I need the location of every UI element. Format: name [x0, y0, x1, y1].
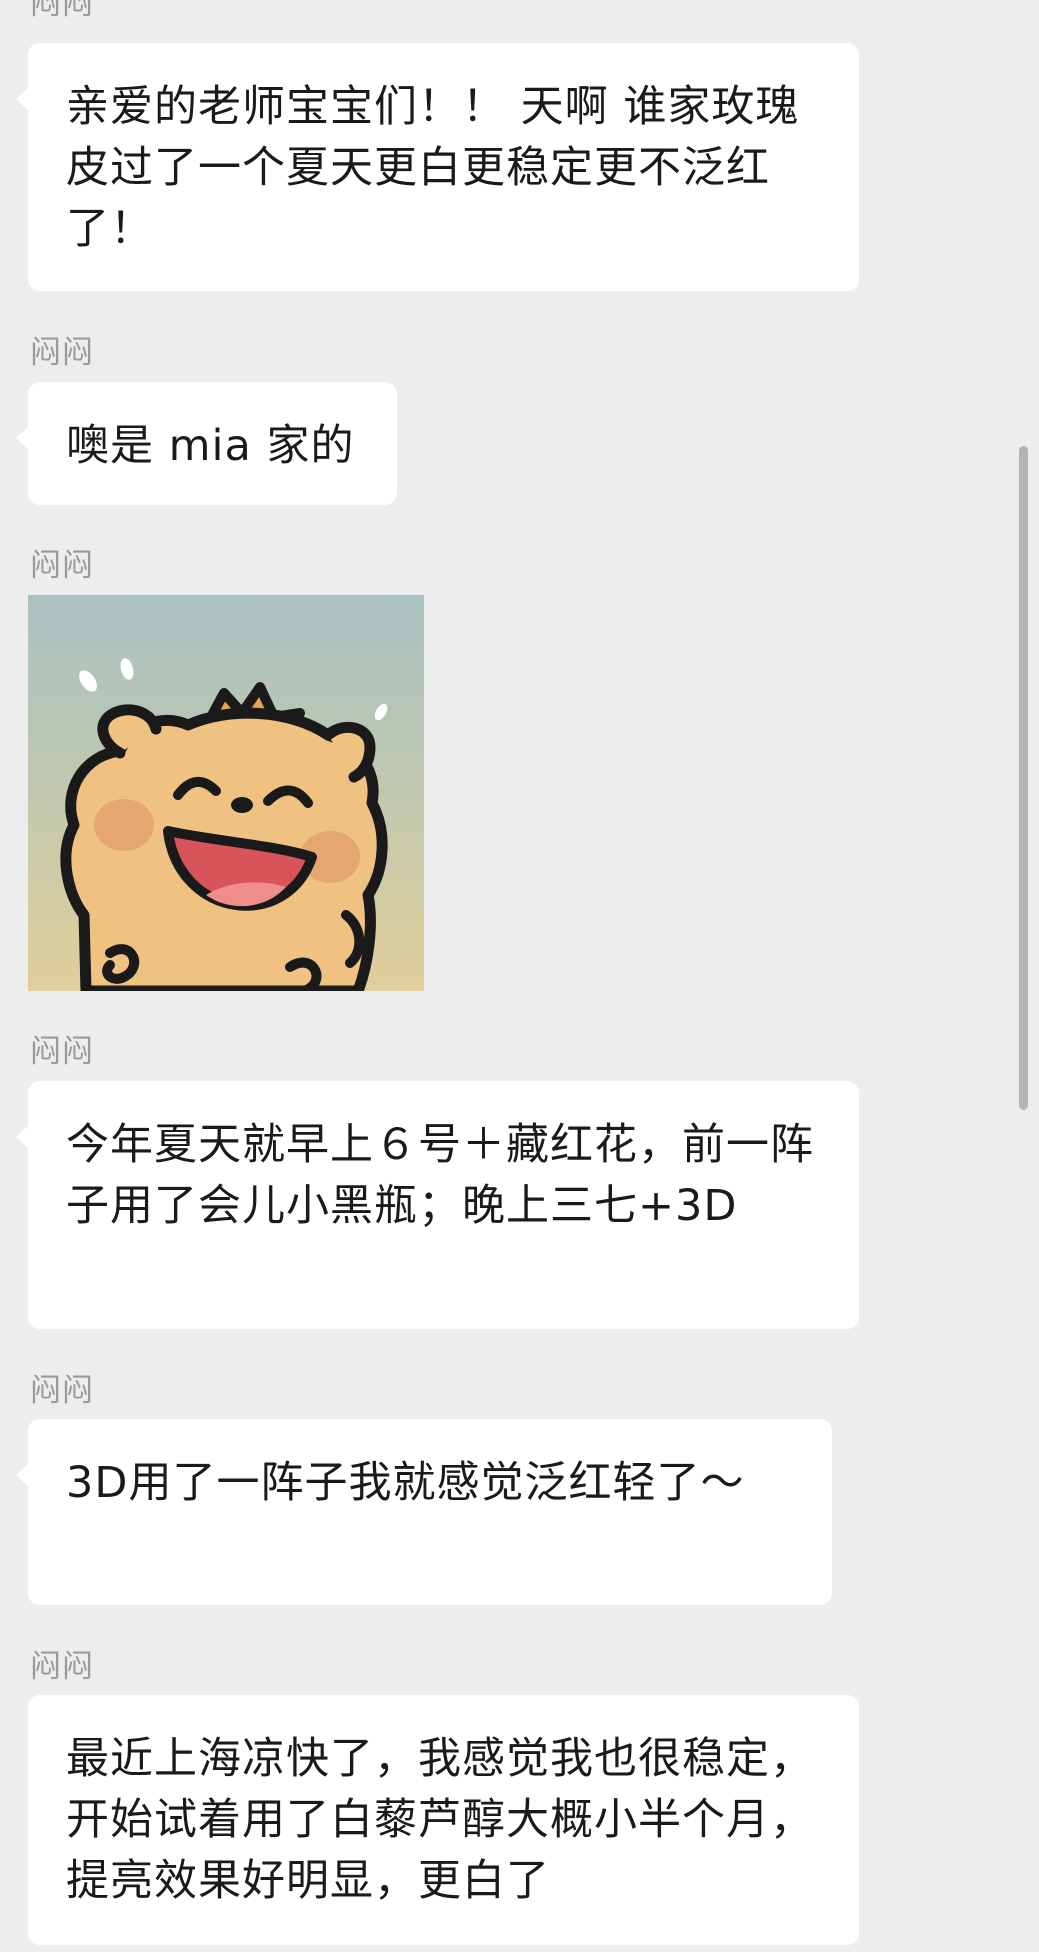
message-bubble[interactable]: 3D用了一阵子我就感觉泛红轻了～: [16, 1419, 832, 1605]
message-text: 亲爱的老师宝宝们！！ 天啊 谁家玫瑰皮过了一个夏天更白更稳定更不泛红了！: [66, 82, 800, 254]
bubble-tail: [16, 1463, 29, 1487]
bubble-tail: [16, 1125, 29, 1149]
message-text: 今年夏天就早上６号＋藏红花，前一阵子用了会儿小黑瓶；晚上三七+3D: [66, 1120, 814, 1231]
sender-name: 闷闷: [30, 1034, 94, 1070]
bear-sticker-image: [28, 595, 424, 991]
message-bubble[interactable]: 亲爱的老师宝宝们！！ 天啊 谁家玫瑰皮过了一个夏天更白更稳定更不泛红了！: [16, 43, 859, 291]
scrollbar[interactable]: [1019, 446, 1028, 1110]
bubble-tail: [28, 1739, 29, 1763]
laughing-bear-sticker[interactable]: [28, 595, 424, 991]
message-bubble[interactable]: 最近上海凉快了，我感觉我也很稳定，开始试着用了白藜芦醇大概小半个月，提亮效果好明…: [28, 1695, 859, 1945]
sender-name: 闷闷: [30, 1373, 94, 1409]
message-text: 噢是 mia 家的: [66, 421, 355, 471]
message-text: 最近上海凉快了，我感觉我也很稳定，开始试着用了白藜芦醇大概小半个月，提亮效果好明…: [66, 1734, 814, 1906]
message-bubble[interactable]: 噢是 mia 家的: [16, 382, 397, 505]
bubble-tail: [16, 426, 29, 450]
sender-name: 闷闷: [30, 548, 94, 584]
bubble-tail: [16, 87, 29, 111]
message-bubble[interactable]: 今年夏天就早上６号＋藏红花，前一阵子用了会儿小黑瓶；晚上三七+3D: [16, 1081, 859, 1329]
sender-name: 闷闷: [30, 0, 94, 22]
sender-name: 闷闷: [30, 1649, 94, 1685]
sender-name: 闷闷: [30, 335, 94, 371]
message-text: 3D用了一阵子我就感觉泛红轻了～: [66, 1458, 745, 1508]
